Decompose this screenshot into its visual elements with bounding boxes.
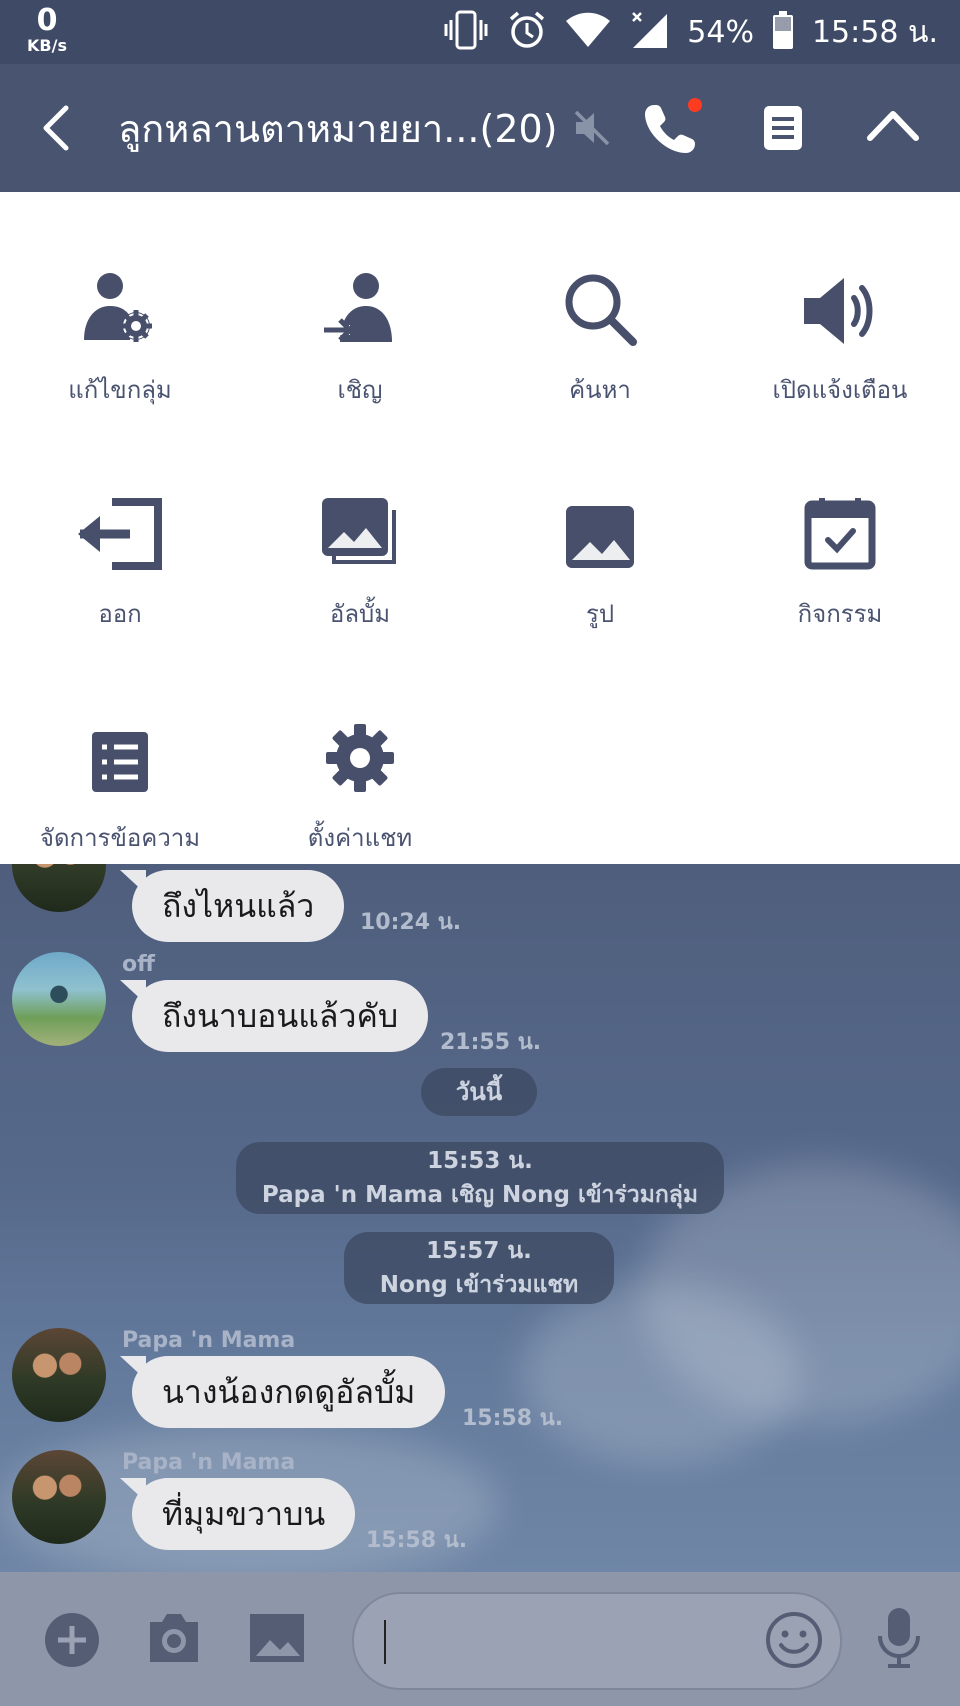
- menu-item-label: ค้นหา: [569, 376, 631, 404]
- message-bubble[interactable]: นางน้องกดดูอัลบั้ม: [132, 1356, 446, 1428]
- image-icon: [250, 1614, 304, 1662]
- avatar[interactable]: [12, 952, 106, 1046]
- alarm-icon: [507, 10, 547, 54]
- battery-icon: [772, 10, 794, 54]
- chat-header: ลูกหลานตาหมายยา...(20): [0, 64, 960, 192]
- message-time: 21:55 น.: [440, 1030, 542, 1055]
- photo-icon: [566, 506, 634, 568]
- menu-item-label: รูป: [585, 600, 615, 628]
- microphone-icon: [878, 1608, 920, 1668]
- wifi-icon: [565, 11, 611, 53]
- menu-item-label: ออก: [98, 600, 142, 628]
- chat-title[interactable]: ลูกหลานตาหมายยา...(20): [118, 98, 558, 159]
- leave-icon: [78, 498, 162, 570]
- sender-name: Papa 'n Mama: [122, 1328, 296, 1353]
- network-speed-unit: KB/s: [27, 36, 67, 55]
- message-bubble[interactable]: ถึงไหนแล้ว: [132, 870, 345, 942]
- menu-item-events[interactable]: กิจกรรม: [720, 478, 960, 633]
- network-speed: 0 KB/s: [22, 6, 72, 54]
- notes-button[interactable]: [762, 104, 804, 156]
- message-time: 15:58 น.: [366, 1528, 468, 1553]
- system-message-time: 15:57 น.: [426, 1238, 532, 1264]
- camera-button[interactable]: [146, 1612, 202, 1668]
- menu-item-label: กิจกรรม: [797, 600, 883, 628]
- add-button[interactable]: [44, 1612, 100, 1672]
- menu-item-edit-group[interactable]: แก้ไขกลุ่ม: [0, 254, 240, 409]
- avatar[interactable]: [12, 864, 106, 912]
- battery-percent: 54%: [687, 14, 754, 50]
- text-caret: [384, 1620, 386, 1664]
- message-input-bar: [0, 1572, 960, 1706]
- date-separator: วันนี้: [421, 1068, 537, 1116]
- system-message: 15:57 น. Nong เข้าร่วมแชท: [344, 1232, 614, 1304]
- menu-item-chat-settings[interactable]: ตั้งค่าแชท: [240, 702, 480, 857]
- collapse-menu-button[interactable]: [866, 108, 920, 146]
- note-icon: [764, 106, 802, 150]
- message-bubble[interactable]: ถึงนาบอนแล้วคับ: [132, 980, 429, 1052]
- message-bubble[interactable]: ที่มุมขวาบน: [132, 1478, 356, 1550]
- menu-item-leave[interactable]: ออก: [0, 478, 240, 633]
- menu-item-label: เปิดแจ้งเตือน: [772, 376, 908, 404]
- system-message-time: 15:53 น.: [427, 1148, 533, 1174]
- menu-item-invite[interactable]: เชิญ: [240, 254, 480, 409]
- chevron-left-icon: [43, 105, 69, 151]
- album-icon: [322, 498, 396, 564]
- status-bar: 0 KB/s 54% 15:58 น.: [0, 0, 960, 64]
- image-button[interactable]: [248, 1612, 306, 1668]
- phone-icon: [645, 105, 695, 153]
- list-icon: [92, 732, 148, 792]
- clock: 15:58 น.: [811, 14, 938, 50]
- voice-button[interactable]: [876, 1606, 922, 1672]
- menu-item-label: แก้ไขกลุ่ม: [68, 376, 172, 404]
- invite-icon: [324, 273, 392, 342]
- sender-name: Papa 'n Mama: [122, 1450, 296, 1475]
- menu-item-notifications[interactable]: เปิดแจ้งเตือน: [720, 254, 960, 409]
- menu-item-label: เชิญ: [337, 376, 383, 404]
- chevron-up-icon: [867, 111, 919, 141]
- edit-group-icon: [84, 273, 152, 342]
- chat-messages[interactable]: ถึงไหนแล้ว 10:24 น. off ถึงนาบอนแล้วคับ …: [0, 864, 960, 1572]
- message-input[interactable]: [352, 1592, 842, 1690]
- smiley-icon: [766, 1612, 822, 1668]
- emoji-button[interactable]: [764, 1610, 824, 1674]
- plus-circle-icon: [45, 1613, 99, 1667]
- menu-item-manage-messages[interactable]: จัดการข้อความ: [0, 702, 240, 857]
- gear-icon: [326, 724, 394, 792]
- background-cloud: [520, 1284, 800, 1464]
- muted-icon: [572, 108, 612, 152]
- menu-item-label: อัลบั้ม: [329, 600, 391, 628]
- system-message-text: Papa 'n Mama เชิญ Nong เข้าร่วมกลุ่ม: [261, 1182, 699, 1208]
- camera-icon: [150, 1614, 198, 1662]
- system-message-text: Nong เข้าร่วมแชท: [379, 1272, 579, 1298]
- avatar[interactable]: [12, 1450, 106, 1544]
- system-message: 15:53 น. Papa 'n Mama เชิญ Nong เข้าร่วม…: [236, 1142, 724, 1214]
- back-button[interactable]: [30, 102, 80, 154]
- menu-item-photo[interactable]: รูป: [480, 478, 720, 633]
- vibrate-icon: [443, 10, 489, 54]
- menu-item-album[interactable]: อัลบั้ม: [240, 478, 480, 633]
- network-speed-value: 0: [36, 3, 58, 38]
- message-time: 10:24 น.: [360, 910, 462, 935]
- search-icon: [565, 274, 637, 346]
- cell-signal-icon: [629, 10, 669, 54]
- menu-item-label: ตั้งค่าแชท: [307, 824, 413, 852]
- call-badge: [688, 98, 702, 112]
- menu-item-search[interactable]: ค้นหา: [480, 254, 720, 409]
- call-button[interactable]: [644, 98, 702, 158]
- speaker-icon: [804, 278, 873, 344]
- sender-name: off: [122, 952, 155, 977]
- avatar[interactable]: [12, 1328, 106, 1422]
- chat-menu-panel: แก้ไขกลุ่ม เชิญ ค้นหา เปิดแจ้งเตือน ออก …: [0, 192, 960, 864]
- calendar-icon: [804, 498, 876, 570]
- menu-item-label: จัดการข้อความ: [39, 824, 201, 852]
- message-time: 15:58 น.: [462, 1406, 564, 1431]
